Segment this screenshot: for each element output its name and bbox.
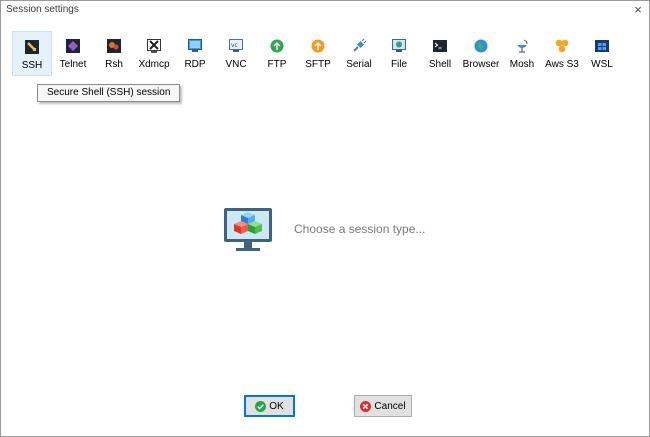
session-type-toolbar: SSH Telnet Rsh Xdmcp RDP vc VNC FTP SFTP	[12, 31, 622, 77]
session-type-wsl[interactable]: WSL	[582, 31, 622, 76]
choose-session-text: Choose a session type...	[294, 222, 426, 236]
title-bar: Session settings ×	[1, 1, 649, 19]
session-type-sftp[interactable]: SFTP	[298, 31, 338, 76]
rdp-icon	[188, 39, 202, 52]
sftp-icon	[311, 39, 325, 53]
file-icon	[392, 39, 406, 52]
shell-icon	[433, 40, 447, 52]
telnet-icon	[66, 39, 80, 53]
check-icon	[255, 400, 267, 412]
wsl-icon	[595, 40, 609, 52]
close-button[interactable]: ×	[627, 1, 649, 19]
session-type-ftp[interactable]: FTP	[257, 31, 297, 76]
ssh-tooltip: Secure Shell (SSH) session	[37, 84, 181, 102]
session-type-file[interactable]: File	[379, 31, 419, 76]
session-type-telnet[interactable]: Telnet	[53, 31, 93, 76]
browser-icon	[474, 39, 488, 53]
cancel-icon	[360, 400, 372, 412]
session-type-shell[interactable]: Shell	[420, 31, 460, 76]
serial-icon	[353, 39, 366, 52]
session-type-label: WSL	[591, 59, 613, 70]
ok-button[interactable]: OK	[244, 395, 295, 417]
session-settings-window: Session settings × SSH Telnet Rsh Xdmcp …	[0, 0, 650, 437]
session-type-browser[interactable]: Browser	[461, 31, 501, 76]
ftp-icon	[270, 39, 284, 53]
session-type-ssh[interactable]: SSH	[12, 31, 52, 76]
session-type-vnc[interactable]: vc VNC	[216, 31, 256, 76]
svg-text:vc: vc	[231, 42, 238, 49]
vnc-icon: vc	[229, 39, 243, 52]
session-placeholder-icon	[224, 208, 272, 251]
session-type-xdmcp[interactable]: Xdmcp	[134, 31, 174, 76]
rsh-icon	[107, 39, 121, 53]
ok-button-label: OK	[269, 400, 284, 412]
xdmcp-icon	[147, 39, 161, 53]
session-type-rdp[interactable]: RDP	[175, 31, 215, 76]
cancel-button[interactable]: Cancel	[354, 395, 412, 417]
ssh-icon	[25, 40, 39, 54]
window-title: Session settings	[6, 4, 79, 15]
cancel-button-label: Cancel	[374, 400, 406, 412]
aws-s3-icon	[555, 39, 569, 53]
mosh-icon	[517, 39, 528, 53]
